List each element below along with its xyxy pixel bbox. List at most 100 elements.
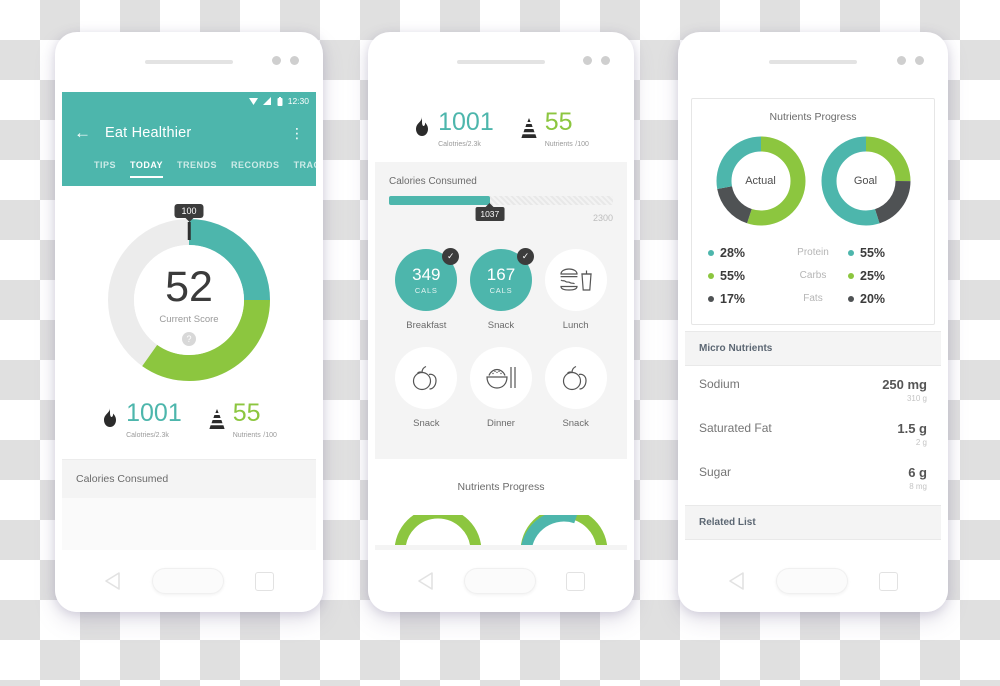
legend-goal-column: 55% 25% 20% xyxy=(848,241,918,310)
micro-values: 250 mg 310 g xyxy=(882,377,927,403)
related-row-cholesterol[interactable]: Cholesterol +30 mg 110 mg xyxy=(685,540,941,550)
calories-label: Calotries/2.3k xyxy=(438,138,494,148)
meal-grid: 349 CALS ✓ Breakfast 167 CALS ✓ Snack Lu… xyxy=(389,248,613,445)
nutrients-donut-preview xyxy=(375,515,627,545)
meal-snack-3[interactable]: Snack xyxy=(538,347,613,429)
meal-breakfast[interactable]: 349 CALS ✓ Breakfast xyxy=(389,248,464,331)
meal-snack-2[interactable]: Snack xyxy=(389,347,464,429)
phone-1: 12:30 ← Eat Healthier ⋮ TIPS TODAY TREND… xyxy=(55,32,323,612)
meal-snack-1[interactable]: 167 CALS ✓ Snack xyxy=(464,248,539,331)
score-value: 52 xyxy=(165,263,213,311)
phone-1-screen: 12:30 ← Eat Healthier ⋮ TIPS TODAY TREND… xyxy=(62,92,316,550)
related-list-header: Related List xyxy=(685,505,941,540)
burger-drink-icon xyxy=(560,268,592,291)
meal-circle[interactable] xyxy=(469,347,532,409)
nutrients-value: 55 xyxy=(232,399,261,427)
goal-fats-value: 20% xyxy=(860,291,886,306)
micro-value: 6 g xyxy=(908,465,927,480)
meal-circle[interactable] xyxy=(395,347,458,409)
overflow-menu-icon[interactable]: ⋮ xyxy=(290,125,304,142)
calories-label-text: Calotries xyxy=(438,141,466,148)
meal-label: Snack xyxy=(413,418,440,429)
nutrients-legend: 28% 55% 17% Protein Carbs Fats 55% 25% 2… xyxy=(692,239,934,324)
nutrients-label-text: Nutrients xyxy=(232,432,261,439)
app-bar: ← Eat Healthier ⋮ xyxy=(62,110,316,156)
check-icon: ✓ xyxy=(516,248,534,265)
back-arrow-icon[interactable]: ← xyxy=(74,123,91,143)
nutrients-goal: /100 xyxy=(575,141,589,148)
goal-protein-value: 55% xyxy=(860,245,886,260)
meal-lunch[interactable]: Lunch xyxy=(538,249,613,331)
nav-back-icon[interactable] xyxy=(104,572,121,590)
goal-donut-chart: Goal xyxy=(818,133,914,229)
nav-back-icon[interactable] xyxy=(728,572,745,590)
score-label: Current Score xyxy=(159,314,219,325)
meal-label: Snack xyxy=(562,418,589,429)
nav-recents-icon[interactable] xyxy=(566,571,585,591)
calories-max-value: 2300 xyxy=(592,213,613,223)
legend-name-protein: Protein xyxy=(797,247,829,258)
tab-tracker[interactable]: TRAC xyxy=(294,156,316,170)
goal-carbs-value: 25% xyxy=(860,268,886,283)
meal-circle[interactable] xyxy=(544,249,607,311)
actual-donut-chart: Actual xyxy=(713,133,809,229)
calories-label-text: Calotries xyxy=(126,432,154,439)
phone-2-screen: 1001 Calotries/2.3k 55 Nutrients /100 Ca… xyxy=(375,92,627,550)
wifi-icon xyxy=(248,98,258,105)
meal-circle[interactable]: 349 CALS ✓ xyxy=(395,248,460,311)
status-time: 12:30 xyxy=(287,96,309,106)
meal-circle[interactable]: 167 CALS ✓ xyxy=(469,248,534,311)
meal-label: Snack xyxy=(487,320,515,331)
nav-home-button[interactable] xyxy=(464,568,536,594)
nutrients-label: Nutrients /100 xyxy=(545,138,589,148)
section-calories-consumed: Calories Consumed xyxy=(62,459,316,498)
summary-header: 1001 Calotries/2.3k 55 Nutrients /100 xyxy=(375,92,627,162)
nav-recents-icon[interactable] xyxy=(879,571,899,591)
calories-label: Calotries/2.3k xyxy=(126,429,182,439)
tab-records[interactable]: RECORDS xyxy=(231,156,280,170)
goal-donut-label: Goal xyxy=(853,175,878,187)
nutrients-progress-title: Nutrients Progress xyxy=(769,111,857,123)
micro-row-sugar[interactable]: Sugar 6 g 8 mg xyxy=(685,454,941,505)
system-nav-bar xyxy=(368,550,634,612)
phone-2: 1001 Calotries/2.3k 55 Nutrients /100 Ca… xyxy=(368,32,634,612)
summary-stats: 1001 Calotries/2.3k 55 Nutrients /100 xyxy=(375,110,627,148)
tab-trends[interactable]: TRENDS xyxy=(177,156,217,170)
meal-circle[interactable] xyxy=(544,347,607,409)
rice-bowl-icon xyxy=(486,367,516,389)
help-icon[interactable]: ? xyxy=(182,332,196,346)
micro-nutrients-header: Micro Nutrients xyxy=(685,331,941,366)
phone-3: Nutrients Progress Actual Goal 28% 55% 1… xyxy=(678,32,948,612)
goal-donut-peek xyxy=(521,515,607,545)
meal-dinner[interactable]: Dinner xyxy=(464,347,539,429)
calories-progress-bar[interactable] xyxy=(389,196,613,205)
meal-label: Breakfast xyxy=(406,320,447,331)
micro-row-saturated-fat[interactable]: Saturated Fat 1.5 g 2 g xyxy=(685,410,941,454)
micro-values: 1.5 g 2 g xyxy=(897,421,927,447)
calories-consumed-label: Calories Consumed xyxy=(389,176,477,187)
nutrients-progress-section: Nutrients Progress xyxy=(375,459,627,545)
legend-name-carbs: Carbs xyxy=(799,270,827,281)
calories-value: 1001 xyxy=(126,399,182,427)
micro-row-sodium[interactable]: Sodium 250 mg 310 g xyxy=(685,366,941,410)
sensor-dot-icon xyxy=(915,56,924,65)
nav-home-button[interactable] xyxy=(775,568,848,594)
legend-actual-column: 28% 55% 17% xyxy=(708,241,778,310)
nutrients-label-text: Nutrients xyxy=(544,141,573,148)
micro-value: 250 mg xyxy=(882,377,927,392)
nav-home-button[interactable] xyxy=(151,568,224,594)
protein-color-dot xyxy=(708,249,714,256)
phone-3-screen: Nutrients Progress Actual Goal 28% 55% 1… xyxy=(685,92,941,550)
micro-name: Sodium xyxy=(699,377,740,391)
nutrients-value: 55 xyxy=(544,108,573,136)
nav-recents-icon[interactable] xyxy=(254,571,274,591)
check-icon: ✓ xyxy=(442,248,460,265)
speaker-grille xyxy=(457,60,545,64)
tab-tips[interactable]: TIPS xyxy=(94,156,116,170)
meal-label: Dinner xyxy=(486,418,515,429)
front-camera-group xyxy=(272,56,299,65)
front-camera-group xyxy=(897,56,924,65)
nav-back-icon[interactable] xyxy=(417,572,434,590)
tab-today[interactable]: TODAY xyxy=(130,156,164,178)
stat-calories: 1001 Calotries/2.3k xyxy=(101,401,182,439)
